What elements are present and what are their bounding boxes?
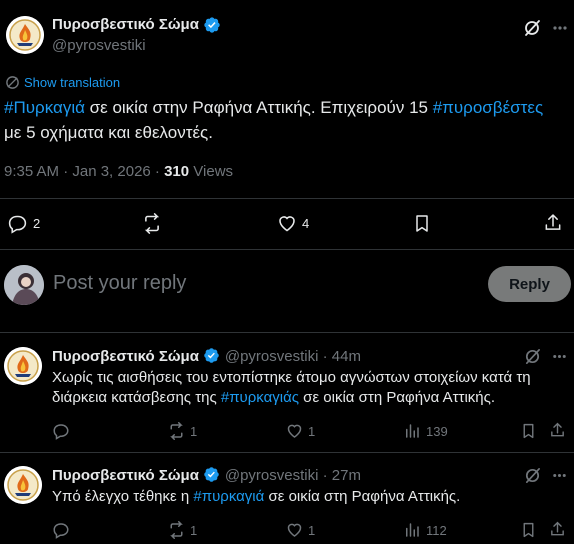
hashtag-link[interactable]: #πυροσβέστες <box>433 98 543 117</box>
reply-text: Χωρίς τις αισθήσεις του εντοπίστηκε άτομ… <box>52 368 567 408</box>
tweet-text-part: με 5 οχήματα και εθελοντές. <box>4 123 213 142</box>
reply-author-handle[interactable]: @pyrosvestiki <box>225 467 319 484</box>
bookmark-icon[interactable] <box>412 213 432 234</box>
reply-header: Πυροσβεστικό Σώμα @pyrosvestiki · 44m <box>52 347 361 366</box>
grok-icon[interactable] <box>523 466 542 485</box>
translate-icon <box>5 75 20 90</box>
reply-author-name[interactable]: Πυροσβεστικό Σώμα <box>52 467 199 484</box>
hashtag-link[interactable]: #πυρκαγιάς <box>221 389 299 406</box>
more-icon[interactable] <box>550 466 569 485</box>
like-icon[interactable] <box>285 521 304 539</box>
tweet-text-part: σε οικία στην Ραφήνα Αττικής. Επιχειρούν… <box>84 98 433 117</box>
verified-badge-icon <box>203 466 220 483</box>
hashtag-link[interactable]: #Πυρκαγιά <box>4 98 85 117</box>
reply-avatar[interactable] <box>4 347 42 385</box>
views-count: 112 <box>426 523 447 538</box>
share-icon[interactable] <box>549 421 566 439</box>
repost-count: 1 <box>190 424 198 439</box>
main-tweet-author-name[interactable]: Πυροσβεστικό Σώμα <box>52 16 199 33</box>
reply-text: Υπό έλεγχο τέθηκε η #πυρκαγιά σε οικία σ… <box>52 487 567 507</box>
share-icon[interactable] <box>549 520 566 538</box>
fire-service-logo <box>6 16 44 54</box>
reply-author-name[interactable]: Πυροσβεστικό Σώμα <box>52 348 199 365</box>
user-avatar-image <box>4 265 44 305</box>
reply-text-part: Χωρίς τις αισθήσεις του εντοπίστηκε άτομ… <box>52 369 531 386</box>
main-tweet-text: #Πυρκαγιά σε οικία στην Ραφήνα Αττικής. … <box>4 95 570 145</box>
bookmark-icon[interactable] <box>520 422 537 440</box>
reply-button[interactable]: Reply <box>488 266 571 302</box>
bookmark-icon[interactable] <box>520 521 537 539</box>
grok-icon[interactable] <box>523 347 542 366</box>
like-count: 4 <box>302 216 310 231</box>
reply-avatar[interactable] <box>4 466 42 504</box>
views-count: 139 <box>426 424 448 439</box>
hashtag-link[interactable]: #πυρκαγιά <box>193 488 264 505</box>
repost-count: 1 <box>190 523 198 538</box>
user-avatar[interactable] <box>4 265 44 305</box>
views-label: Views <box>189 163 234 180</box>
reply-input[interactable]: Post your reply <box>53 272 186 295</box>
like-icon[interactable] <box>285 422 304 440</box>
reply-icon[interactable] <box>52 521 70 539</box>
divider <box>0 249 574 250</box>
more-icon[interactable] <box>550 18 570 38</box>
reply-header: Πυροσβεστικό Σώμα @pyrosvestiki · 27m <box>52 466 361 485</box>
reply-text-part: σε οικία στη Ραφήνα Αττικής. <box>299 389 496 406</box>
divider <box>0 332 574 333</box>
verified-badge-icon <box>203 16 221 34</box>
reply-time[interactable]: · 44m <box>318 348 361 365</box>
reply-text-part: Υπό έλεγχο τέθηκε η <box>52 488 194 505</box>
repost-icon[interactable] <box>141 213 163 234</box>
reply-text-part: διάρκεια κατάσβεσης της <box>52 389 221 406</box>
share-icon[interactable] <box>543 212 563 233</box>
reply-author-handle[interactable]: @pyrosvestiki <box>225 348 319 365</box>
reply-text-part: σε οικία στη Ραφήνα Αττικής. <box>264 488 461 505</box>
reply-icon[interactable] <box>7 213 28 234</box>
main-tweet-author-handle[interactable]: @pyrosvestiki <box>52 37 146 54</box>
tweet-meta: 9:35 AM · Jan 3, 2026 · 310 Views <box>4 163 233 180</box>
tweet-timestamp[interactable]: 9:35 AM · Jan 3, 2026 · <box>4 163 164 180</box>
divider <box>0 452 574 453</box>
views-icon[interactable] <box>403 521 421 539</box>
more-icon[interactable] <box>550 347 569 366</box>
reply-icon[interactable] <box>52 422 70 440</box>
divider <box>0 198 574 199</box>
show-translation-link[interactable]: Show translation <box>24 75 120 90</box>
views-icon[interactable] <box>403 422 421 440</box>
verified-badge-icon <box>203 347 220 364</box>
repost-icon[interactable] <box>167 422 186 440</box>
main-tweet-avatar[interactable] <box>6 16 44 54</box>
like-count: 1 <box>308 424 316 439</box>
grok-icon[interactable] <box>522 18 542 38</box>
repost-icon[interactable] <box>167 521 186 539</box>
views-count: 310 <box>164 163 190 180</box>
fire-service-logo <box>4 466 42 504</box>
reply-time[interactable]: · 27m <box>318 467 361 484</box>
reply-count: 2 <box>33 216 41 231</box>
fire-service-logo <box>4 347 42 385</box>
like-icon[interactable] <box>276 213 298 234</box>
like-count: 1 <box>308 523 316 538</box>
